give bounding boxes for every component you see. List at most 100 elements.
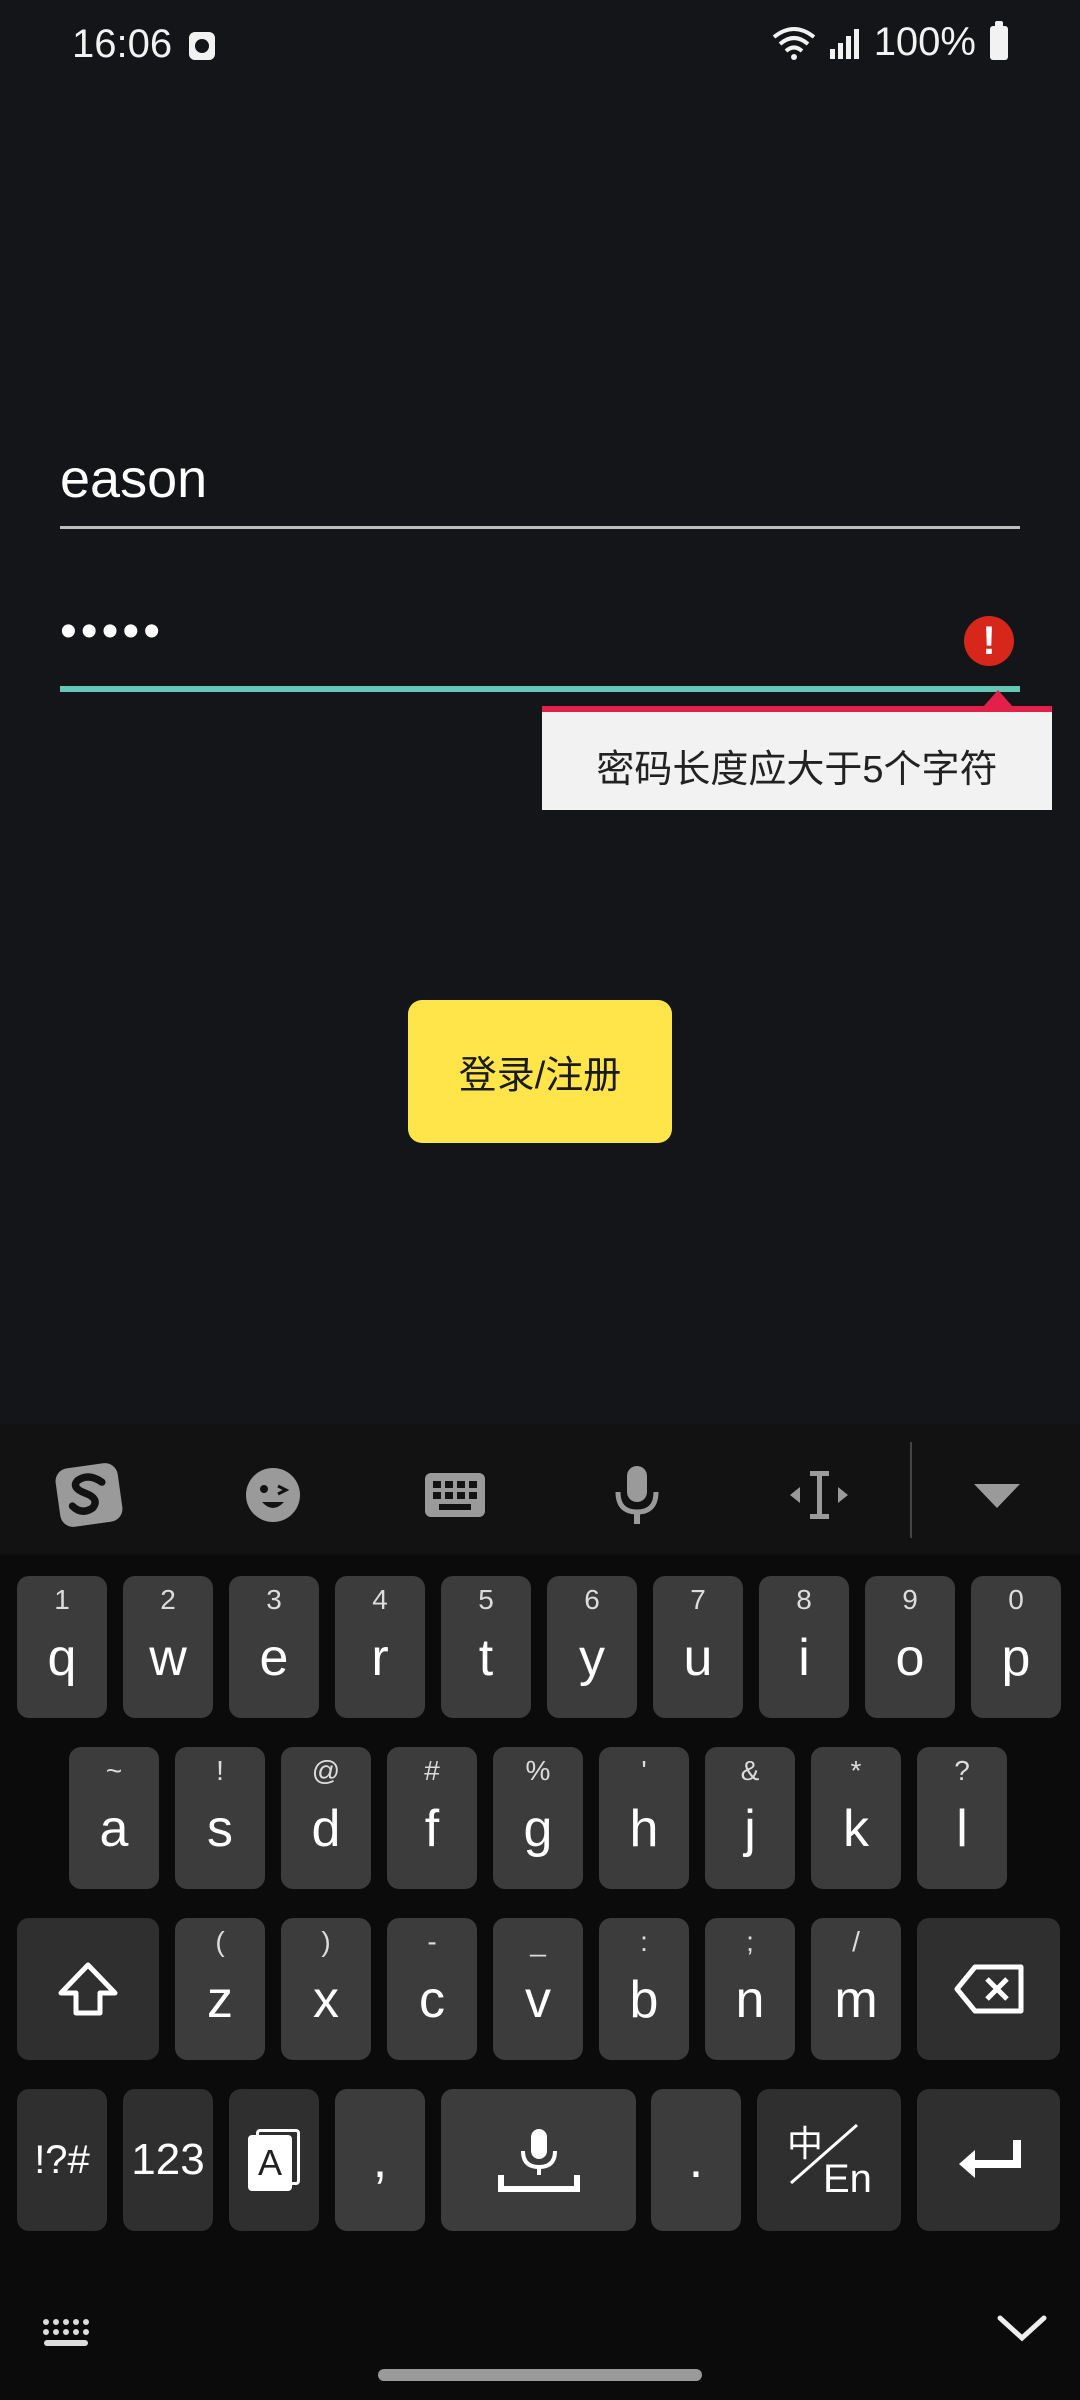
key-b[interactable]: :b	[599, 1918, 689, 2060]
key-letter: j	[744, 1800, 756, 1858]
voice-space-icon	[497, 2129, 580, 2192]
clipboard-key-label: A	[248, 2135, 292, 2191]
wifi-icon	[772, 26, 815, 60]
password-input[interactable]: ••••• !	[60, 598, 1020, 692]
key-letter: z	[207, 1971, 233, 2029]
hide-keyboard-icon[interactable]	[962, 1460, 1032, 1530]
key-hint: (	[215, 1926, 225, 1957]
key-k[interactable]: * k	[811, 1747, 901, 1889]
status-time: 16:06	[72, 22, 173, 66]
key-letter: k	[843, 1800, 869, 1858]
key-z[interactable]: (z	[175, 1918, 265, 2060]
key-f[interactable]: # f	[387, 1747, 477, 1889]
space-voice-key[interactable]	[441, 2089, 636, 2231]
key-j[interactable]: & j	[705, 1747, 795, 1889]
language-switch-key[interactable]: 中 En	[757, 2089, 901, 2231]
key-y[interactable]: 6y	[547, 1576, 637, 1718]
symbols-key[interactable]: !?#	[17, 2089, 107, 2231]
key-letter: t	[478, 1629, 494, 1687]
error-tooltip: 密码长度应大于5个字符	[542, 706, 1052, 810]
key-o[interactable]: 9o	[865, 1576, 955, 1718]
key-w[interactable]: 2w	[123, 1576, 213, 1718]
key-letter: m	[834, 1971, 878, 2029]
key-i[interactable]: 8i	[759, 1576, 849, 1718]
key-hint: %	[525, 1755, 551, 1786]
key-hint: 1	[54, 1584, 70, 1615]
signal-icon	[829, 28, 859, 59]
key-letter: u	[683, 1629, 713, 1687]
key-hint: 0	[1008, 1584, 1024, 1615]
key-hint: 8	[796, 1584, 812, 1615]
key-letter: f	[424, 1800, 440, 1858]
key-v[interactable]: _ v	[493, 1918, 583, 2060]
keyboard-switch-icon[interactable]	[42, 2318, 90, 2350]
tooltip-arrow	[983, 690, 1013, 707]
key-letter: g	[523, 1800, 553, 1858]
key-letter: s	[207, 1800, 233, 1858]
keyboard-icon[interactable]	[420, 1460, 490, 1530]
microphone-icon[interactable]	[602, 1460, 672, 1530]
numbers-key-label: 123	[131, 2135, 205, 2184]
screen-record-icon	[189, 32, 215, 60]
comma-key-label: ,	[372, 2131, 388, 2189]
key-n[interactable]: ; n	[705, 1918, 795, 2060]
cursor-move-icon[interactable]	[784, 1460, 854, 1530]
period-key[interactable]: .	[651, 2089, 741, 2231]
key-e[interactable]: 3e	[229, 1576, 319, 1718]
key-c[interactable]: -c	[387, 1918, 477, 2060]
status-right: 100%	[772, 20, 1008, 65]
clipboard-key[interactable]: A	[229, 2089, 319, 2231]
period-key-label: .	[688, 2131, 704, 2189]
key-p[interactable]: 0p	[971, 1576, 1061, 1718]
key-m[interactable]: / m	[811, 1918, 901, 2060]
key-hint: 2	[160, 1584, 176, 1615]
password-value: •••••	[60, 605, 165, 658]
key-letter: r	[371, 1629, 389, 1687]
key-hint: 7	[690, 1584, 706, 1615]
symbols-key-label: !?#	[34, 2137, 90, 2182]
shift-key[interactable]	[17, 1918, 159, 2060]
language-slash-icon	[790, 2123, 858, 2185]
key-d[interactable]: @ d	[281, 1747, 371, 1889]
key-letter: d	[311, 1800, 341, 1858]
key-hint: 6	[584, 1584, 600, 1615]
key-letter: c	[419, 1971, 445, 2029]
key-r[interactable]: 4r	[335, 1576, 425, 1718]
battery-icon	[990, 20, 1008, 60]
clipboard-icon: A	[248, 2129, 300, 2191]
key-hint: -	[427, 1926, 437, 1957]
key-letter: p	[1001, 1629, 1031, 1687]
backspace-key[interactable]	[917, 1918, 1060, 2060]
key-hint: !	[216, 1755, 224, 1786]
key-hint: ;	[746, 1926, 754, 1957]
key-hint: &	[740, 1755, 760, 1786]
emoji-icon[interactable]	[238, 1460, 308, 1530]
key-letter: w	[149, 1629, 187, 1687]
keyboard-toolbar	[0, 1424, 1080, 1554]
collapse-keyboard-icon[interactable]	[996, 2312, 1048, 2344]
key-u[interactable]: 7u	[653, 1576, 743, 1718]
key-t[interactable]: 5t	[441, 1576, 531, 1718]
key-g[interactable]: % g	[493, 1747, 583, 1889]
comma-key[interactable]: ,	[335, 2089, 425, 2231]
sogou-logo-icon[interactable]	[54, 1460, 124, 1530]
key-letter: a	[99, 1800, 129, 1858]
key-hint: @	[311, 1755, 341, 1786]
key-letter: n	[735, 1971, 765, 2029]
key-hint: :	[640, 1926, 648, 1957]
key-x[interactable]: ) x	[281, 1918, 371, 2060]
key-letter: h	[629, 1800, 659, 1858]
key-h[interactable]: ' h	[599, 1747, 689, 1889]
shift-icon	[58, 1962, 118, 2016]
home-indicator[interactable]	[378, 2369, 702, 2381]
login-register-button[interactable]: 登录/注册	[408, 1000, 672, 1143]
enter-key[interactable]	[917, 2089, 1060, 2231]
key-hint: )	[321, 1926, 331, 1957]
key-letter: l	[956, 1800, 968, 1858]
key-s[interactable]: ! s	[175, 1747, 265, 1889]
numbers-key[interactable]: 123	[123, 2089, 213, 2231]
key-a[interactable]: ~ a	[69, 1747, 159, 1889]
key-q[interactable]: 1q	[17, 1576, 107, 1718]
username-input[interactable]: eason	[60, 440, 1020, 529]
key-l[interactable]: ? l	[917, 1747, 1007, 1889]
